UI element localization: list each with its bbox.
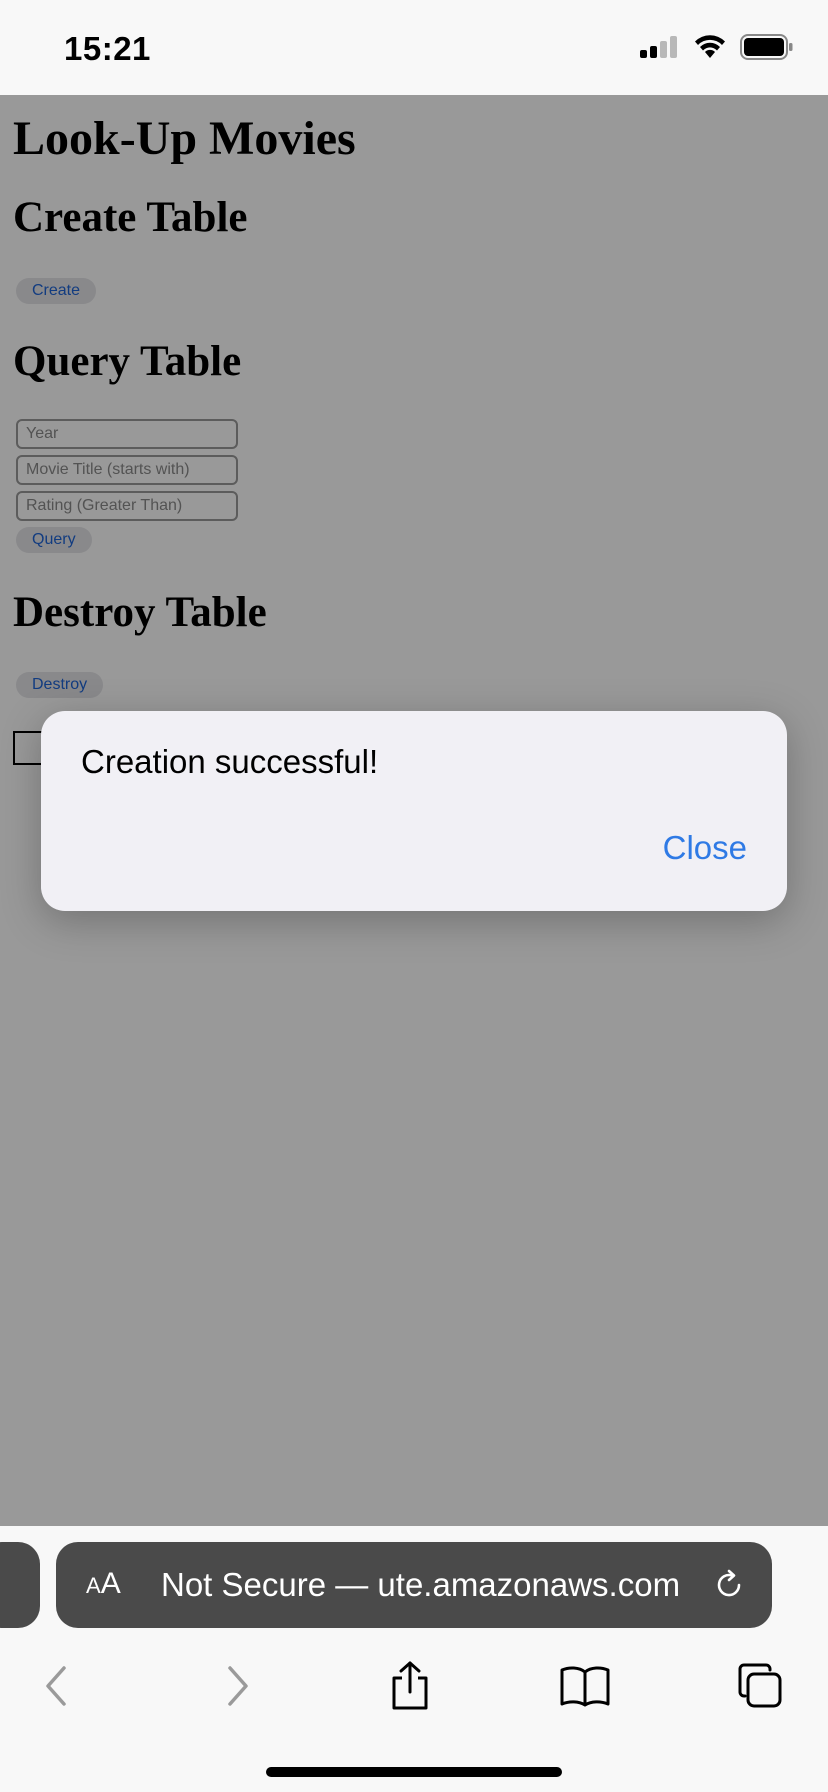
- alert-close-button[interactable]: Close: [663, 829, 747, 867]
- chevron-left-icon: [46, 1666, 66, 1706]
- alert-message: Creation successful!: [81, 743, 379, 780]
- previous-tab-peek[interactable]: [0, 1542, 40, 1628]
- wifi-icon: [695, 35, 725, 58]
- status-bar: 15:21: [0, 0, 828, 95]
- share-button[interactable]: [380, 1656, 440, 1716]
- forward-button[interactable]: [207, 1656, 267, 1716]
- battery-icon: [740, 34, 793, 60]
- tabs-icon: [738, 1663, 782, 1708]
- cellular-signal-icon: [640, 36, 677, 58]
- back-button[interactable]: [27, 1656, 87, 1716]
- screen: 15:21 Look-Up Movies Create Table Create…: [0, 0, 828, 1792]
- navigation-row: [0, 1646, 828, 1746]
- address-bar[interactable]: AA Not Secure — ute.amazonaws.com: [56, 1542, 772, 1628]
- bookmarks-button[interactable]: [555, 1656, 615, 1716]
- share-icon: [392, 1661, 428, 1710]
- home-indicator[interactable]: [266, 1767, 562, 1777]
- url-text: Not Secure — ute.amazonaws.com: [161, 1566, 681, 1603]
- text-size-small-glyph: A: [86, 1573, 101, 1598]
- tabs-button[interactable]: [730, 1656, 790, 1716]
- text-size-button[interactable]: AA: [86, 1567, 121, 1601]
- reload-icon[interactable]: [712, 1568, 746, 1602]
- text-size-large-glyph: A: [100, 1567, 121, 1600]
- book-icon: [560, 1666, 610, 1707]
- status-icons: [640, 34, 794, 60]
- status-time: 15:21: [64, 30, 151, 67]
- chevron-right-icon: [228, 1666, 248, 1706]
- alert-dialog: Creation successful! Close: [41, 711, 787, 911]
- browser-toolbar: AA Not Secure — ute.amazonaws.com: [0, 1526, 828, 1792]
